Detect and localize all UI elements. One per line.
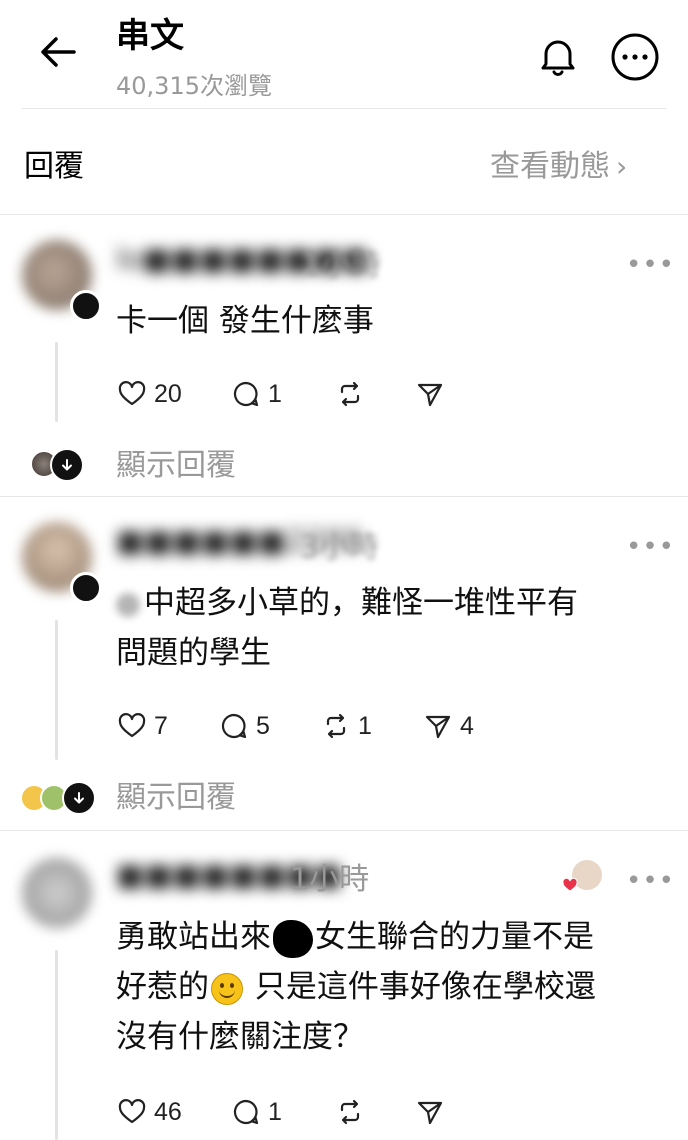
reply-avatars[interactable] [20, 780, 100, 815]
comment-text-part: 好惹的 [116, 969, 209, 1005]
send-icon [417, 1101, 443, 1125]
heart-icon [118, 713, 146, 738]
show-replies-link[interactable]: 顯示回覆 [116, 446, 236, 486]
reply-count: 1 [268, 379, 282, 408]
timestamp: 1小時 [290, 862, 370, 897]
heart-icon [118, 381, 146, 406]
back-button[interactable] [30, 22, 86, 78]
repost-count: 1 [358, 711, 372, 740]
comment-divider [0, 830, 688, 831]
share-button[interactable] [416, 374, 452, 414]
repost-icon [340, 381, 360, 407]
view-count: 40,315次瀏覽 [116, 72, 272, 100]
repost-icon [326, 713, 346, 739]
view-activity-label: 查看動態 [490, 149, 610, 184]
comment-text: 中超多小草的，難怪一堆性平有 [116, 578, 578, 628]
comment-more-icon[interactable]: ••• [626, 252, 675, 278]
repost-button[interactable] [336, 1092, 372, 1132]
arrow-down-icon [50, 448, 84, 482]
bell-icon [541, 40, 575, 76]
comment-divider [0, 496, 688, 497]
heart-icon [118, 1099, 146, 1124]
reply-button[interactable]: 1 [232, 374, 282, 414]
page-title: 串文 [116, 16, 184, 56]
heart-filled-icon [562, 878, 578, 892]
redacted-mark [116, 592, 140, 617]
comment-text-part: 女生聯合的力量不是 [315, 919, 594, 955]
like-button[interactable]: 20 [118, 374, 182, 414]
more-horizontal-icon [611, 33, 659, 81]
thread-line [55, 620, 58, 760]
send-icon [417, 383, 443, 407]
comment-text-line-3: 沒有什麼關注度？ [116, 1019, 364, 1055]
repost-button[interactable]: 1 [322, 706, 372, 746]
arrow-left-icon [41, 37, 76, 67]
like-button[interactable]: 7 [118, 706, 168, 746]
reply-count: 1 [268, 1097, 282, 1126]
comment-text-line-1: 勇敢站出來 女生聯合的力量不是 [116, 912, 594, 962]
send-icon [425, 715, 451, 739]
comment-more-icon[interactable]: ••• [626, 534, 675, 560]
reply-count: 5 [256, 711, 270, 740]
redacted-mark [273, 919, 313, 958]
share-button[interactable]: 4 [424, 706, 474, 746]
arrow-down-icon [62, 781, 96, 815]
smiley-emoji-icon [211, 972, 243, 1005]
comment-text-line-1: 中超多小草的，難怪一堆性平有 [144, 585, 578, 621]
reply-button[interactable]: 1 [232, 1092, 282, 1132]
like-count: 46 [154, 1097, 182, 1126]
share-button[interactable] [416, 1092, 452, 1132]
comment-icon [233, 381, 259, 407]
comment-more-icon[interactable]: ••• [626, 868, 675, 894]
header-divider [22, 108, 666, 109]
comment-icon [233, 1099, 259, 1125]
like-count: 20 [154, 379, 182, 408]
repost-button[interactable] [336, 374, 372, 414]
follow-badge[interactable] [70, 290, 102, 322]
show-replies-link[interactable]: 顯示回覆 [116, 778, 236, 818]
thread-line [55, 950, 58, 1140]
like-count: 7 [154, 711, 168, 740]
follow-badge[interactable] [70, 572, 102, 604]
reply-avatars[interactable] [30, 448, 90, 482]
comment-text-line-2: 好惹的 只是這件事好像在學校還 [116, 962, 596, 1012]
share-count: 4 [460, 711, 474, 740]
timestamp: 1小時 [302, 248, 382, 283]
notifications-button[interactable] [532, 30, 584, 82]
reply-button[interactable]: 5 [220, 706, 270, 746]
thread-line [55, 342, 58, 422]
comment-text-line-2: 問題的學生 [116, 635, 271, 671]
like-button[interactable]: 46 [118, 1092, 182, 1132]
section-divider [0, 214, 688, 215]
repost-icon [340, 1099, 360, 1125]
comment-text-part: 勇敢站出來 [116, 919, 271, 955]
timestamp: 3小時 [300, 530, 380, 565]
comment-text-part: 只是這件事好像在學校還 [254, 969, 596, 1005]
comment-icon [221, 713, 247, 739]
replies-label: 回覆 [24, 149, 84, 184]
view-activity-link[interactable]: 查看動態 › [490, 146, 627, 188]
comment-text: 卡一個 發生什麼事 [116, 303, 374, 339]
avatar[interactable] [22, 858, 92, 928]
more-options-button[interactable] [610, 32, 660, 82]
chevron-right-icon: › [616, 150, 628, 183]
